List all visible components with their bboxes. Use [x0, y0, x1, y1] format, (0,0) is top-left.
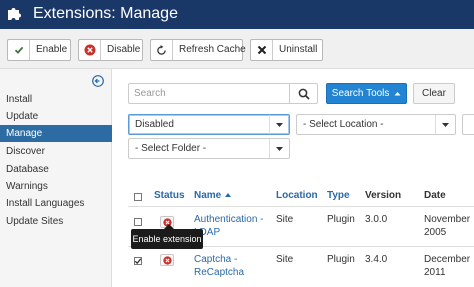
column-header-type[interactable]: Type: [327, 190, 350, 202]
location-cell: Site: [276, 254, 294, 265]
chevron-down-icon: [435, 115, 455, 134]
uninstall-button[interactable]: Uninstall: [250, 39, 323, 61]
sidebar-item-manage[interactable]: Manage: [0, 125, 112, 142]
sidebar: Install Update Manage Discover Database …: [0, 69, 112, 287]
date-line-1: November: [424, 214, 471, 225]
table-divider: [128, 206, 474, 207]
chevron-down-icon: [269, 115, 289, 134]
collapse-sidebar-icon[interactable]: [92, 75, 104, 87]
name-line-1: Authentication -: [194, 214, 264, 225]
column-header-location[interactable]: Location: [276, 190, 318, 202]
toolbar: Enable Disable Refresh Cache Uninstall: [0, 29, 474, 69]
sidebar-item-discover[interactable]: Discover: [0, 143, 112, 160]
extension-name-link[interactable]: Authentication - LDAP: [194, 213, 264, 239]
column-header-version[interactable]: Version: [365, 190, 401, 202]
column-header-name[interactable]: Name: [194, 190, 232, 202]
type-cell: Plugin: [327, 214, 355, 225]
name-line-2: ReCaptcha: [194, 267, 245, 278]
check-icon: [8, 40, 30, 60]
sort-asc-icon: [225, 193, 232, 198]
refresh-cache-button[interactable]: Refresh Cache: [150, 39, 246, 61]
folder-filter-value: - Select Folder -: [135, 143, 207, 154]
clear-button[interactable]: Clear: [413, 83, 455, 104]
type-cell: Plugin: [327, 254, 355, 265]
column-header-name-label: Name: [194, 190, 222, 201]
title-bar: Extensions: Manage: [0, 0, 474, 29]
location-filter-select[interactable]: - Select Location -: [296, 114, 456, 135]
column-header-date[interactable]: Date: [424, 190, 446, 202]
times-icon: [251, 40, 273, 60]
row-checkbox[interactable]: [134, 218, 142, 226]
sidebar-item-install[interactable]: Install: [0, 91, 112, 108]
puzzle-icon: [8, 8, 21, 20]
date-line-2: 2005: [424, 227, 447, 238]
refresh-icon: [151, 40, 173, 60]
enable-extension-button[interactable]: [160, 254, 174, 266]
name-line-1: Captcha -: [194, 254, 238, 265]
enable-label: Enable: [36, 44, 68, 55]
sidebar-item-database[interactable]: Database: [0, 161, 112, 178]
date-cell: December 2011: [424, 253, 470, 279]
chevron-down-icon: [269, 139, 289, 158]
disable-label: Disable: [107, 44, 141, 55]
disable-circle-icon: [79, 40, 101, 60]
date-cell: November 2005: [424, 213, 470, 239]
tooltip-arrow: [164, 224, 174, 229]
disabled-status-icon: [162, 255, 172, 265]
search-input[interactable]: [128, 83, 290, 104]
search-tools-label: Search Tools: [331, 88, 390, 99]
disable-button[interactable]: Disable: [78, 39, 143, 61]
sidebar-item-install-languages[interactable]: Install Languages: [0, 195, 112, 212]
extension-name-link[interactable]: Captcha - ReCaptcha: [194, 253, 244, 279]
select-all-checkbox[interactable]: [134, 193, 142, 201]
status-filter-value: Disabled: [135, 119, 174, 130]
row-checkbox[interactable]: [134, 257, 142, 265]
version-cell: 3.0.0: [365, 214, 388, 225]
tooltip-text: Enable extension: [132, 234, 202, 244]
sidebar-item-update[interactable]: Update: [0, 108, 112, 125]
location-cell: Site: [276, 214, 294, 225]
version-cell: 3.4.0: [365, 254, 388, 265]
status-filter-select[interactable]: Disabled: [128, 114, 290, 135]
search-button[interactable]: [289, 83, 318, 104]
sidebar-item-warnings[interactable]: Warnings: [0, 178, 112, 195]
folder-filter-select[interactable]: - Select Folder -: [128, 138, 290, 159]
date-line-2: 2011: [424, 267, 446, 278]
refresh-cache-label: Refresh Cache: [179, 44, 246, 55]
check-icon: [134, 258, 142, 265]
enable-button[interactable]: Enable: [7, 39, 71, 61]
enable-extension-tooltip: Enable extension: [131, 224, 203, 249]
type-filter-select[interactable]: [462, 114, 474, 135]
name-line-2: LDAP: [194, 227, 221, 238]
search-icon: [298, 88, 310, 100]
date-line-1: December: [424, 254, 471, 265]
location-filter-value: - Select Location -: [303, 119, 384, 130]
uninstall-label: Uninstall: [279, 44, 318, 55]
page-title: Extensions: Manage: [33, 5, 178, 22]
caret-up-icon: [394, 92, 401, 96]
sidebar-item-update-sites[interactable]: Update Sites: [0, 213, 112, 230]
search-tools-button[interactable]: Search Tools: [326, 83, 407, 104]
column-header-status[interactable]: Status: [154, 190, 185, 202]
